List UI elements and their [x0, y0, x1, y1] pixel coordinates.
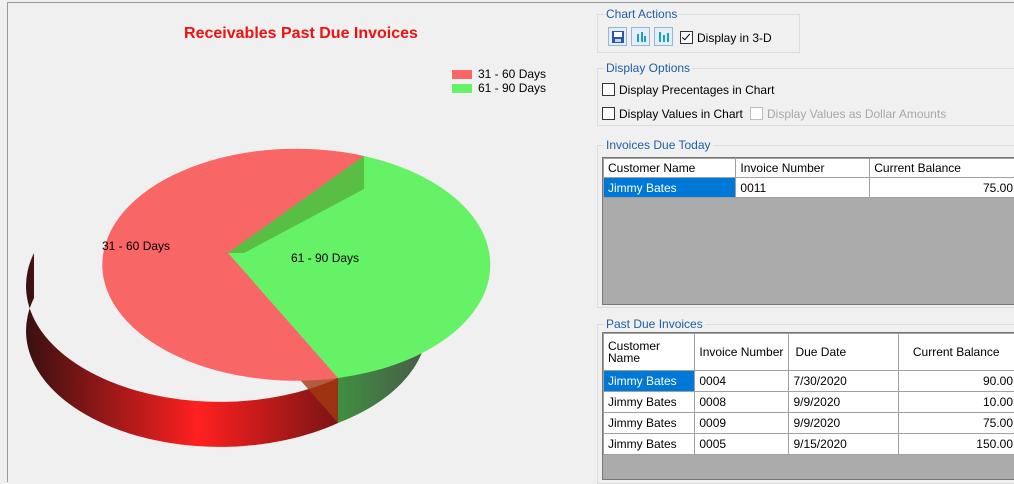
display-3d-check-icon[interactable]	[680, 31, 693, 44]
table-row[interactable]: Jimmy Bates 0009 9/9/2020 75.00	[604, 413, 1014, 434]
table-row[interactable]: Jimmy Bates 0005 9/15/2020 150.00	[604, 434, 1014, 455]
bar-chart-alt-button[interactable]	[654, 27, 673, 46]
column-header[interactable]: Current Balance	[870, 159, 1014, 178]
column-header[interactable]: Due Date	[789, 334, 898, 371]
chart-actions-group: Chart Actions Display in 3-D	[597, 14, 800, 53]
display-dollar-label: Display Values as Dollar Amounts	[767, 107, 946, 121]
pie-chart-panel: Receivables Past Due Invoices 31 - 60 Da…	[8, 3, 594, 482]
past-due-invoices-group: Past Due Invoices Customer Name Invoice …	[597, 324, 1014, 484]
bar-chart-alt-icon	[655, 28, 672, 45]
cell-balance[interactable]: 75.00	[870, 178, 1014, 198]
cell-balance[interactable]: 150.00	[898, 434, 1014, 455]
table-row[interactable]: Jimmy Bates 0011 75.00	[604, 178, 1014, 198]
cell-balance[interactable]: 10.00	[898, 392, 1014, 413]
display-values-checkbox[interactable]: Display Values in Chart	[602, 106, 743, 121]
column-header[interactable]: Customer Name	[604, 159, 736, 178]
column-header[interactable]: Invoice Number	[736, 159, 870, 178]
display-percentages-label: Display Precentages in Chart	[619, 83, 774, 97]
cell-due-date[interactable]: 9/15/2020	[789, 434, 898, 455]
table-row[interactable]: Jimmy Bates 0004 7/30/2020 90.00	[604, 371, 1014, 392]
pie-chart: 31 - 60 Days 61 - 90 Days	[8, 3, 594, 482]
cell-customer[interactable]: Jimmy Bates	[604, 371, 695, 392]
chart-actions-title: Chart Actions	[604, 7, 679, 21]
cell-balance[interactable]: 90.00	[898, 371, 1014, 392]
display-options-group: Display Options Display Precentages in C…	[597, 68, 1014, 126]
display-dollar-checkbox: Display Values as Dollar Amounts	[750, 106, 946, 121]
cell-invoice[interactable]: 0009	[695, 413, 789, 434]
bar-chart-icon	[632, 28, 649, 45]
table-header-row: Customer Name Invoice Number Current Bal…	[604, 159, 1014, 178]
save-icon	[609, 28, 626, 45]
column-header[interactable]: Invoice Number	[695, 334, 789, 371]
cell-customer[interactable]: Jimmy Bates	[604, 413, 695, 434]
table-row[interactable]: Jimmy Bates 0008 9/9/2020 10.00	[604, 392, 1014, 413]
cell-invoice[interactable]: 0011	[736, 178, 870, 198]
past-due-invoices-grid[interactable]: Customer Name Invoice Number Due Date Cu…	[602, 332, 1014, 480]
cell-due-date[interactable]: 7/30/2020	[789, 371, 898, 392]
save-button[interactable]	[608, 27, 627, 46]
cell-balance[interactable]: 75.00	[898, 413, 1014, 434]
slice-label-61-90: 61 - 90 Days	[291, 251, 359, 265]
checkbox-box	[750, 107, 763, 120]
cell-customer[interactable]: Jimmy Bates	[604, 434, 695, 455]
past-due-invoices-table: Customer Name Invoice Number Due Date Cu…	[603, 333, 1014, 455]
column-header[interactable]: Customer Name	[604, 334, 695, 371]
display-3d-checkbox[interactable]: Display in 3-D	[680, 30, 772, 45]
cell-invoice[interactable]: 0005	[695, 434, 789, 455]
display-options-title: Display Options	[604, 61, 692, 75]
checkbox-box[interactable]	[602, 83, 615, 96]
checkbox-box[interactable]	[602, 107, 615, 120]
cell-customer[interactable]: Jimmy Bates	[604, 392, 695, 413]
cell-due-date[interactable]: 9/9/2020	[789, 392, 898, 413]
bar-chart-button[interactable]	[631, 27, 650, 46]
display-values-label: Display Values in Chart	[619, 107, 743, 121]
invoices-due-today-table: Customer Name Invoice Number Current Bal…	[603, 158, 1014, 198]
invoices-due-today-title: Invoices Due Today	[604, 138, 713, 152]
cell-invoice[interactable]: 0004	[695, 371, 789, 392]
display-3d-label: Display in 3-D	[697, 31, 772, 45]
slice-label-31-60: 31 - 60 Days	[102, 239, 170, 253]
table-header-row: Customer Name Invoice Number Due Date Cu…	[604, 334, 1014, 371]
cell-invoice[interactable]: 0008	[695, 392, 789, 413]
cell-due-date[interactable]: 9/9/2020	[789, 413, 898, 434]
invoices-due-today-group: Invoices Due Today Customer Name Invoice…	[597, 145, 1014, 308]
cell-customer[interactable]: Jimmy Bates	[604, 178, 736, 198]
column-header[interactable]: Current Balance	[898, 334, 1014, 371]
display-percentages-checkbox[interactable]: Display Precentages in Chart	[602, 82, 774, 97]
invoices-due-today-grid[interactable]: Customer Name Invoice Number Current Bal…	[602, 157, 1014, 305]
past-due-invoices-title: Past Due Invoices	[604, 317, 705, 331]
